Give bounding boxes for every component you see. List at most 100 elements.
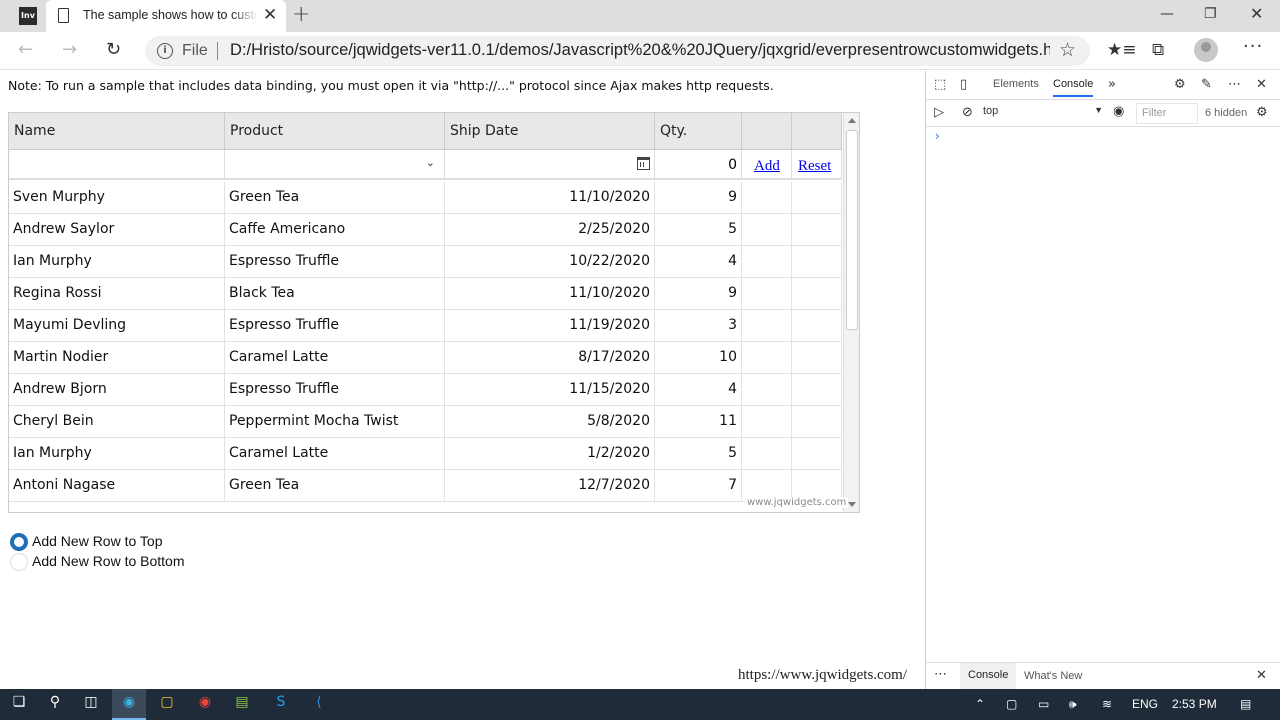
chrome-icon[interactable]: ◉ xyxy=(194,694,216,715)
cell-product[interactable]: Caramel Latte xyxy=(225,438,445,470)
wifi-icon[interactable]: ≋ xyxy=(1102,697,1112,711)
cell-qty[interactable]: 4 xyxy=(655,246,742,278)
drawer-tab-whats-new[interactable]: What's New xyxy=(1024,670,1082,682)
new-ship-date-input[interactable] xyxy=(445,150,655,180)
cell-ship-date[interactable]: 2/25/2020 xyxy=(445,214,655,246)
restore-icon[interactable]: ❐ xyxy=(1204,6,1217,22)
clear-console-icon[interactable]: ⊘ xyxy=(962,105,973,120)
table-row[interactable]: Martin Nodier Caramel Latte 8/17/2020 10 xyxy=(9,342,842,374)
cell-product[interactable]: Espresso Truffle xyxy=(225,310,445,342)
console-settings-icon[interactable]: ⚙ xyxy=(1256,105,1268,120)
cell-name[interactable]: Martin Nodier xyxy=(9,342,225,374)
cell-ship-date[interactable]: 1/2/2020 xyxy=(445,438,655,470)
cell-product[interactable]: Green Tea xyxy=(225,470,445,502)
forward-icon[interactable]: → xyxy=(62,39,77,60)
column-header-name[interactable]: Name xyxy=(9,113,225,150)
cell-add[interactable] xyxy=(742,438,792,470)
cell-name[interactable]: Sven Murphy xyxy=(9,182,225,214)
cell-reset[interactable] xyxy=(792,246,842,278)
cell-ship-date[interactable]: 11/19/2020 xyxy=(445,310,655,342)
cell-product[interactable]: Green Tea xyxy=(225,182,445,214)
context-select[interactable]: top ▼ xyxy=(983,105,1105,122)
device-toggle-icon[interactable]: ▯ xyxy=(960,77,967,92)
cell-reset[interactable] xyxy=(792,406,842,438)
sidebar-toggle-icon[interactable]: ▷ xyxy=(934,105,944,120)
live-expression-eye-icon[interactable]: ◉ xyxy=(1113,104,1124,119)
windows-start-icon[interactable]: ❏ xyxy=(8,694,30,715)
vscode-icon[interactable]: ⟨ xyxy=(308,694,330,715)
calendar-icon[interactable] xyxy=(637,157,650,170)
console-filter-input[interactable]: Filter xyxy=(1136,103,1198,124)
tab-elements[interactable]: Elements xyxy=(993,78,1039,90)
cell-product[interactable]: Espresso Truffle xyxy=(225,374,445,406)
cell-product[interactable]: Caramel Latte xyxy=(225,342,445,374)
cell-add[interactable] xyxy=(742,182,792,214)
cell-qty[interactable]: 3 xyxy=(655,310,742,342)
tray-device-icon[interactable]: ▢ xyxy=(1006,697,1017,711)
language-indicator[interactable]: ENG xyxy=(1132,697,1158,711)
table-row[interactable]: Antoni Nagase Green Tea 12/7/2020 7 xyxy=(9,470,842,502)
devtools-more-icon[interactable]: ⋯ xyxy=(1228,77,1241,92)
table-row[interactable]: Mayumi Devling Espresso Truffle 11/19/2020… xyxy=(9,310,842,342)
cell-reset[interactable] xyxy=(792,342,842,374)
table-row[interactable]: Cheryl Bein Peppermint Mocha Twist 5/8/202… xyxy=(9,406,842,438)
scroll-thumb[interactable] xyxy=(846,130,858,330)
cell-qty[interactable]: 9 xyxy=(655,278,742,310)
cell-ship-date[interactable]: 5/8/2020 xyxy=(445,406,655,438)
cell-reset[interactable] xyxy=(792,278,842,310)
tab-close-icon[interactable]: ✕ xyxy=(263,5,277,25)
skype-icon[interactable]: S xyxy=(270,694,292,715)
more-tabs-icon[interactable]: » xyxy=(1108,77,1116,92)
minimize-icon[interactable]: — xyxy=(1160,6,1174,22)
column-header-qty[interactable]: Qty. xyxy=(655,113,742,150)
task-view-icon[interactable]: ◫ xyxy=(80,694,102,715)
new-name-input[interactable] xyxy=(9,150,225,180)
new-qty-input[interactable]: 0 xyxy=(655,150,742,180)
profile-avatar[interactable] xyxy=(1194,38,1218,62)
cell-name[interactable]: Ian Murphy xyxy=(9,246,225,278)
cell-ship-date[interactable]: 10/22/2020 xyxy=(445,246,655,278)
table-row[interactable]: Ian Murphy Espresso Truffle 10/22/2020 4 xyxy=(9,246,842,278)
cell-add[interactable] xyxy=(742,246,792,278)
cell-qty[interactable]: 9 xyxy=(655,182,742,214)
browser-tab[interactable]: The sample shows how to customize ✕ xyxy=(46,0,286,32)
add-link[interactable]: Add xyxy=(754,158,780,175)
cell-ship-date[interactable]: 11/10/2020 xyxy=(445,278,655,310)
cell-reset[interactable] xyxy=(792,310,842,342)
volume-icon[interactable]: 🕪 xyxy=(1069,697,1077,712)
cell-qty[interactable]: 5 xyxy=(655,438,742,470)
cell-reset[interactable] xyxy=(792,214,842,246)
cell-ship-date[interactable]: 11/10/2020 xyxy=(445,182,655,214)
table-row[interactable]: Sven Murphy Green Tea 11/10/2020 9 xyxy=(9,182,842,214)
cell-product[interactable]: Espresso Truffle xyxy=(225,246,445,278)
column-header-ship-date[interactable]: Ship Date xyxy=(445,113,655,150)
collections-icon[interactable]: ⧉ xyxy=(1152,40,1164,60)
clock[interactable]: 2:53 PM xyxy=(1172,697,1217,711)
more-menu-icon[interactable]: ··· xyxy=(1243,36,1263,57)
vertical-scrollbar[interactable] xyxy=(843,113,859,512)
reset-link[interactable]: Reset xyxy=(798,158,831,175)
cell-reset[interactable] xyxy=(792,438,842,470)
cell-ship-date[interactable]: 12/7/2020 xyxy=(445,470,655,502)
radio-button-selected[interactable] xyxy=(10,533,28,551)
cell-ship-date[interactable]: 11/15/2020 xyxy=(445,374,655,406)
hidden-count[interactable]: 6 hidden xyxy=(1205,107,1247,119)
cell-add[interactable] xyxy=(742,406,792,438)
cell-product[interactable]: Peppermint Mocha Twist xyxy=(225,406,445,438)
cell-name[interactable]: Regina Rossi xyxy=(9,278,225,310)
chevron-down-icon[interactable]: ⌄ xyxy=(426,156,435,169)
devtools-close-icon[interactable]: ✕ xyxy=(1256,77,1267,92)
battery-icon[interactable]: ▭ xyxy=(1038,697,1049,711)
inspect-element-icon[interactable]: ⬚ xyxy=(934,77,946,92)
notifications-icon[interactable]: ▤ xyxy=(1240,697,1251,711)
feedback-icon[interactable]: ✎ xyxy=(1201,77,1212,92)
radio-button[interactable] xyxy=(10,553,28,571)
cell-name[interactable]: Mayumi Devling xyxy=(9,310,225,342)
file-explorer-icon[interactable]: ▢ xyxy=(156,694,178,715)
cell-name[interactable]: Cheryl Bein xyxy=(9,406,225,438)
cell-add[interactable] xyxy=(742,278,792,310)
address-bar[interactable]: i File D:/Hristo/source/jqwidgets-ver11.… xyxy=(145,36,1090,66)
cell-name[interactable]: Ian Murphy xyxy=(9,438,225,470)
cell-qty[interactable]: 7 xyxy=(655,470,742,502)
cell-reset[interactable] xyxy=(792,374,842,406)
